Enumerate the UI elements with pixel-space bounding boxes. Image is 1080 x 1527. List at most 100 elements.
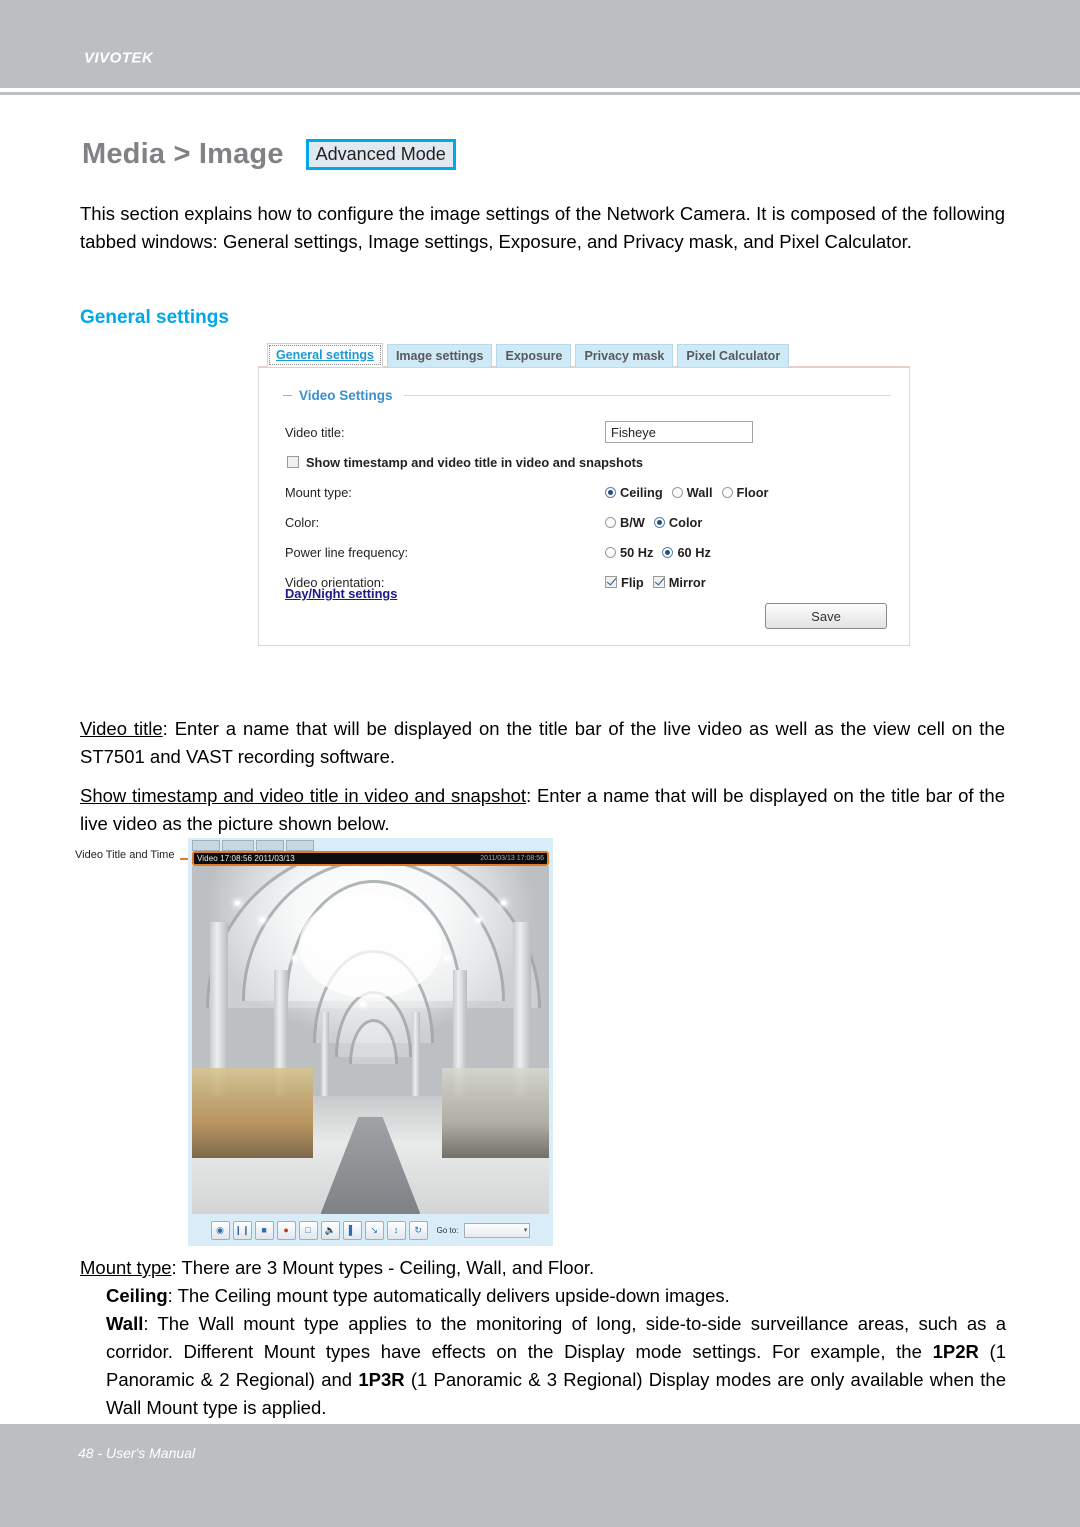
volume-off-icon[interactable]: □ (298, 1220, 318, 1240)
microphone-icon[interactable]: ▌ (342, 1220, 362, 1240)
row-mount-type: Mount type: Ceiling Wall Floor (285, 477, 891, 507)
radio-floor[interactable] (721, 486, 733, 498)
video-title-and-time-bar: Video 17:08:56 2011/03/13 2011/03/13 17:… (192, 851, 549, 866)
goto-select[interactable]: ▾ (464, 1222, 531, 1238)
collapse-minus-icon[interactable] (283, 395, 292, 396)
ceiling-light-7 (359, 1001, 365, 1006)
video-frame (192, 866, 549, 1214)
vivotek-logo: VIVOTEK (84, 49, 154, 67)
mount-type-label: Mount type: (285, 484, 352, 500)
color-options: B/W Color (605, 515, 702, 530)
orientation-option-mirror[interactable]: Mirror (652, 574, 706, 590)
checkbox-mirror[interactable] (652, 576, 665, 588)
radio-color[interactable] (653, 516, 665, 528)
row-video-title: Video title: (285, 417, 891, 447)
page-title: Media > Image (82, 138, 284, 170)
desc-video-title: : Enter a name that will be displayed on… (80, 718, 1005, 767)
video-settings-fieldset-header: Video Settings (283, 388, 891, 403)
label-ceiling: Ceiling (620, 484, 663, 500)
radio-bw[interactable] (605, 516, 616, 528)
tab-general-settings[interactable]: General settings (267, 343, 383, 367)
label-mirror: Mirror (668, 574, 706, 590)
mount-type-option-floor[interactable]: Floor (721, 484, 769, 500)
bold-1p2r: 1P2R (932, 1341, 979, 1362)
shopfront-left (192, 1067, 314, 1159)
intro-paragraph: This section explains how to configure t… (80, 203, 1005, 252)
footer-page-label: 48 - User's Manual (78, 1445, 196, 1461)
full-screen-icon[interactable]: ↕ (386, 1220, 406, 1240)
video-settings-panel: Video Settings Video title: Show timesta… (258, 366, 910, 646)
zoom-icon[interactable]: ↘ (364, 1220, 384, 1240)
paragraph-show-timestamp: Show timestamp and video title in video … (80, 782, 1005, 838)
desc-ceiling: : The Ceiling mount type automatically d… (167, 1285, 730, 1306)
label-wall: Wall (686, 484, 713, 500)
tab-exposure[interactable]: Exposure (496, 344, 572, 367)
video-orientation-options: Flip Mirror (605, 575, 706, 590)
tab-image-settings[interactable]: Image settings (386, 344, 493, 367)
daynight-settings-link[interactable]: Day/Night settings (285, 586, 397, 601)
fieldset-title: Video Settings (299, 388, 393, 403)
record-icon[interactable]: ● (276, 1220, 296, 1240)
label-floor: Floor (736, 484, 769, 500)
goto-label: Go to: (436, 1225, 459, 1235)
term-ceiling: Ceiling (106, 1285, 168, 1306)
video-tab-3[interactable] (256, 840, 284, 851)
video-tab-1[interactable] (192, 840, 220, 851)
video-player-tab-strip (192, 840, 314, 851)
radio-wall[interactable] (671, 486, 683, 498)
refresh-icon[interactable]: ↻ (408, 1220, 428, 1240)
pause-icon[interactable]: ❙❙ (232, 1220, 252, 1240)
desc-wall-1: : The Wall mount type applies to the mon… (106, 1313, 1006, 1362)
page-title-row: Media > Image Advanced Mode (82, 138, 456, 171)
label-flip: Flip (621, 574, 644, 590)
stop-icon[interactable]: ■ (254, 1220, 274, 1240)
label-50hz: 50 Hz (620, 544, 654, 560)
label-bw: B/W (620, 514, 645, 530)
video-timestamp-right: 2011/03/13 17:08:56 (480, 855, 544, 862)
color-option-color[interactable]: Color (653, 514, 703, 530)
speaker-icon[interactable]: 🔈 (320, 1220, 340, 1240)
video-title-label: Video title: (285, 424, 345, 440)
mount-type-options: Ceiling Wall Floor (605, 485, 769, 500)
row-show-timestamp[interactable]: Show timestamp and video title in video … (287, 447, 891, 477)
radio-60hz[interactable] (662, 546, 674, 558)
video-tab-2[interactable] (222, 840, 254, 851)
settings-rows: Video title: Show timestamp and video ti… (285, 417, 891, 597)
paragraph-video-title: Video title: Enter a name that will be d… (80, 715, 1005, 771)
checkbox-flip[interactable] (605, 576, 617, 588)
color-option-bw[interactable]: B/W (605, 515, 645, 530)
power-line-frequency-options: 50 Hz 60 Hz (605, 545, 711, 560)
fieldset-rule (403, 395, 891, 396)
bold-1p3r: 1P3R (358, 1369, 405, 1390)
mount-type-option-wall[interactable]: Wall (671, 484, 713, 500)
orientation-option-flip[interactable]: Flip (605, 575, 644, 590)
desc-mount-type: : There are 3 Mount types - Ceiling, Wal… (171, 1257, 595, 1278)
term-video-title: Video title (80, 718, 163, 739)
snapshot-icon[interactable]: ◉ (210, 1220, 230, 1240)
radio-50hz[interactable] (605, 546, 616, 558)
label-60hz: 60 Hz (677, 544, 711, 560)
video-tab-4[interactable] (286, 840, 314, 851)
video-title-callout-label: Video Title and Time (75, 849, 175, 861)
plf-option-60hz[interactable]: 60 Hz (662, 544, 711, 560)
page-header-band (0, 0, 1080, 88)
save-button[interactable]: Save (765, 603, 887, 629)
show-timestamp-label: Show timestamp and video title in video … (306, 454, 644, 470)
tab-pixel-calculator[interactable]: Pixel Calculator (677, 344, 790, 367)
video-title-input[interactable] (605, 421, 753, 443)
advanced-mode-badge[interactable]: Advanced Mode (305, 138, 456, 171)
term-wall: Wall (106, 1313, 144, 1334)
term-show-timestamp: Show timestamp and video title in video … (80, 785, 527, 806)
plf-option-50hz[interactable]: 50 Hz (605, 545, 653, 560)
term-mount-type: Mount type (80, 1257, 172, 1278)
show-timestamp-checkbox[interactable] (287, 456, 299, 468)
radio-ceiling[interactable] (605, 486, 616, 498)
mount-type-option-ceiling[interactable]: Ceiling (605, 485, 663, 500)
page-footer-band (0, 1424, 1080, 1527)
tab-privacy-mask[interactable]: Privacy mask (575, 344, 674, 367)
label-color: Color (668, 514, 703, 530)
paragraph-mount-type: Mount type: There are 3 Mount types - Ce… (80, 1254, 1005, 1282)
settings-tab-strip: General settings Image settings Exposure… (258, 343, 910, 367)
shopfront-right (441, 1067, 549, 1159)
color-label: Color: (285, 514, 320, 530)
